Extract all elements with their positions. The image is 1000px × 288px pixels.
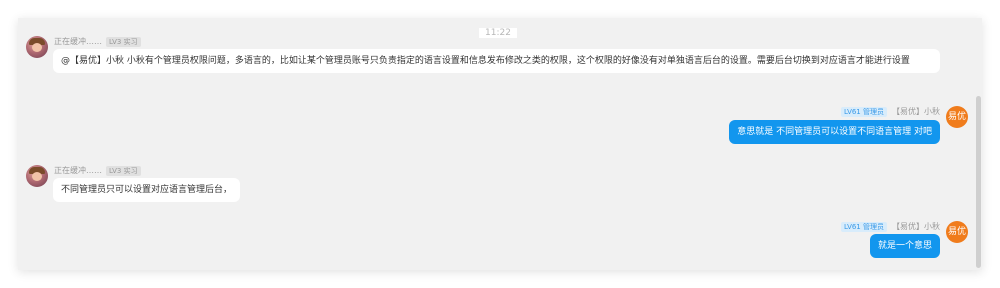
user-avatar[interactable] [26,36,48,58]
message-meta: 正在缓冲…… LV3 实习 [54,165,141,176]
level-badge: LV61 管理员 [840,221,887,232]
user-avatar[interactable] [26,165,48,187]
message-meta: 正在缓冲…… LV3 实习 [54,36,141,47]
user-avatar[interactable]: 易优 [946,221,968,243]
level-badge: LV61 管理员 [840,106,887,117]
level-badge: LV3 实习 [106,165,141,176]
message-timestamp: 11:22 [479,28,517,38]
message-meta: LV61 管理员 【易优】小秋 [840,106,940,117]
message-bubble: @【易优】小秋 小秋有个管理员权限问题，多语言的，比如让某个管理员账号只负责指定… [53,49,940,73]
message-bubble: 不同管理员只可以设置对应语言管理后台， [53,178,241,202]
chat-panel: 11:22 正在缓冲…… LV3 实习 @【易优】小秋 小秋有个管理员权限问题，… [18,18,982,270]
user-avatar[interactable]: 易优 [946,106,968,128]
sender-name[interactable]: 【易优】小秋 [892,106,940,117]
message-meta: LV61 管理员 【易优】小秋 [840,221,940,232]
sender-name[interactable]: 【易优】小秋 [892,221,940,232]
level-badge: LV3 实习 [106,36,141,47]
sender-name[interactable]: 正在缓冲…… [54,36,102,47]
sender-name[interactable]: 正在缓冲…… [54,165,102,176]
chat-scrollbar[interactable] [976,96,981,268]
message-bubble: 就是一个意思 [869,234,940,258]
message-bubble: 意思就是 不同管理员可以设置不同语言管理 对吧 [729,120,940,144]
